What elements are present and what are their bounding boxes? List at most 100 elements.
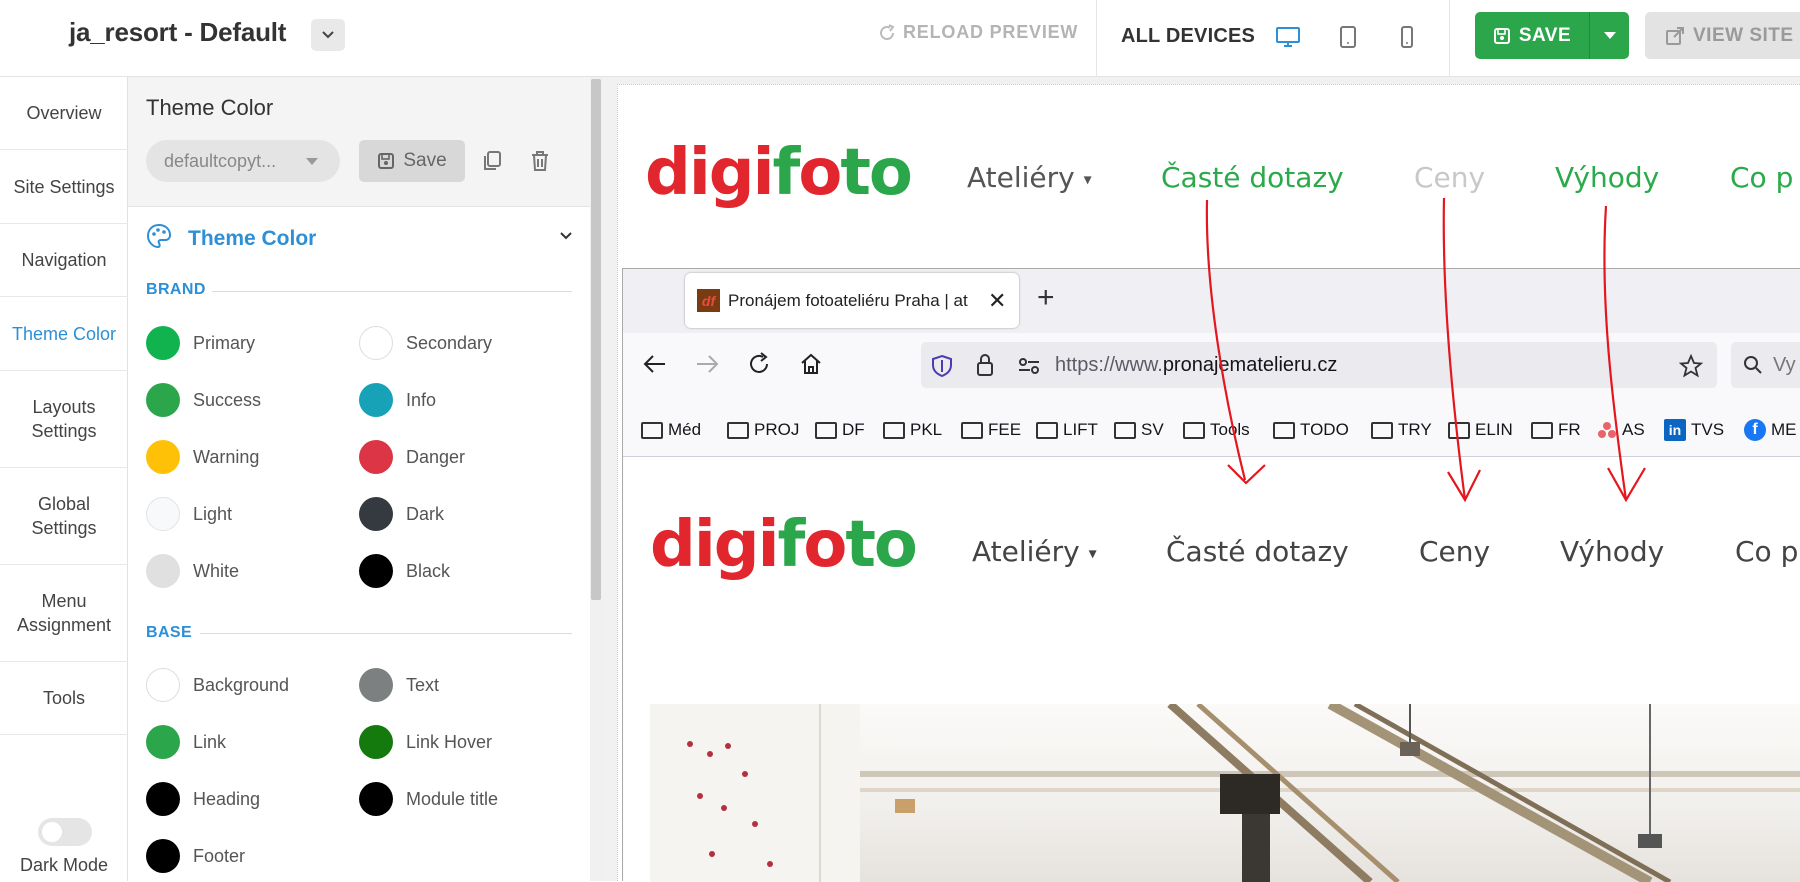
bookmark-folder[interactable]: Tools [1183, 418, 1250, 442]
save-button[interactable]: SAVE [1475, 12, 1589, 59]
save-options-button[interactable] [1589, 12, 1629, 59]
nav-item-menu-assignment[interactable]: Menu Assignment [0, 565, 128, 662]
search-box[interactable]: Vy [1731, 342, 1800, 388]
bookmark-folder[interactable]: ELIN [1448, 418, 1513, 442]
folder-icon [1183, 421, 1205, 439]
color-dot[interactable] [359, 554, 393, 588]
permissions-icon[interactable] [1017, 356, 1041, 376]
browser-tab[interactable]: df Pronájem fotoateliéru Praha | at ✕ [685, 273, 1019, 328]
nav-item-site-settings[interactable]: Site Settings [0, 150, 128, 224]
template-dropdown-button[interactable] [311, 19, 345, 51]
bookmark-folder[interactable]: TRY [1371, 418, 1432, 442]
color-dot[interactable] [359, 326, 393, 360]
swatch-primary[interactable]: Primary [146, 326, 255, 360]
swatch-warning[interactable]: Warning [146, 440, 259, 474]
menu-item-caste-dotazy[interactable]: Časté dotazy [1161, 161, 1344, 194]
menu-item-vyhody[interactable]: Výhody [1555, 161, 1659, 194]
panel-scrollbar[interactable] [590, 77, 602, 881]
copy-icon[interactable] [481, 150, 503, 172]
swatch-secondary[interactable]: Secondary [359, 326, 492, 360]
swatch-light[interactable]: Light [146, 497, 232, 531]
color-dot[interactable] [146, 839, 180, 873]
swatch-dark[interactable]: Dark [359, 497, 444, 531]
color-dot[interactable] [359, 668, 393, 702]
swatch-white[interactable]: White [146, 554, 239, 588]
reload-icon[interactable] [747, 352, 771, 376]
swatch-footer[interactable]: Footer [146, 839, 245, 873]
swatch-background[interactable]: Background [146, 668, 289, 702]
new-tab-icon[interactable]: + [1037, 283, 1055, 313]
bookmark-as[interactable]: AS [1597, 418, 1645, 442]
color-dot[interactable] [146, 554, 180, 588]
bookmark-folder[interactable]: FEE [961, 418, 1021, 442]
url-bar[interactable]: https://www.pronajematelieru.cz [921, 342, 1717, 388]
tablet-icon[interactable] [1333, 22, 1363, 52]
trash-icon[interactable] [529, 150, 551, 172]
bookmark-folder[interactable]: DF [815, 418, 865, 442]
sidebar-nav: Overview Site Settings Navigation Theme … [0, 77, 128, 881]
menu-item-ateliery[interactable]: Ateliéry ▾ [967, 161, 1092, 194]
color-dot[interactable] [146, 326, 180, 360]
lock-icon[interactable] [975, 353, 995, 377]
swatch-heading[interactable]: Heading [146, 782, 260, 816]
swatch-black[interactable]: Black [359, 554, 450, 588]
forward-icon[interactable] [695, 353, 719, 375]
bookmark-folder[interactable]: PKL [883, 418, 942, 442]
swatch-success[interactable]: Success [146, 383, 261, 417]
back-icon[interactable] [643, 353, 667, 375]
color-dot[interactable] [146, 725, 180, 759]
color-dot[interactable] [146, 383, 180, 417]
bookmark-tvs[interactable]: in TVS [1664, 418, 1724, 442]
color-dot[interactable] [359, 440, 393, 474]
color-dot[interactable] [359, 497, 393, 531]
swatch-link[interactable]: Link [146, 725, 226, 759]
bookmark-folder[interactable]: PROJ [727, 418, 799, 442]
star-icon[interactable] [1679, 354, 1703, 378]
nav-item-global-settings[interactable]: Global Settings [0, 468, 128, 565]
preset-save-button[interactable]: Save [359, 140, 465, 182]
view-site-button[interactable]: VIEW SITE [1645, 12, 1800, 59]
color-dot[interactable] [146, 497, 180, 531]
swatch-info[interactable]: Info [359, 383, 436, 417]
color-dot[interactable] [146, 668, 180, 702]
bookmark-folder[interactable]: LIFT [1036, 418, 1098, 442]
scrollbar-thumb[interactable] [591, 79, 601, 600]
bookmark-me[interactable]: f ME [1744, 418, 1797, 442]
site-logo[interactable]: digifoto [645, 141, 913, 205]
reload-preview-button[interactable]: RELOAD PREVIEW [877, 22, 1078, 43]
chevron-down-icon[interactable] [559, 231, 573, 241]
color-dot[interactable] [359, 782, 393, 816]
dark-mode-toggle[interactable] [38, 818, 92, 846]
color-dot[interactable] [146, 782, 180, 816]
browser-tab-strip: df Pronájem fotoateliéru Praha | at ✕ + [623, 269, 1800, 333]
nav-item-navigation[interactable]: Navigation [0, 224, 128, 297]
color-dot[interactable] [359, 725, 393, 759]
close-icon[interactable]: ✕ [988, 288, 1006, 314]
bookmark-folder[interactable]: FR [1531, 418, 1581, 442]
bookmark-folder[interactable]: TODO [1273, 418, 1349, 442]
color-dot[interactable] [146, 440, 180, 474]
swatch-danger[interactable]: Danger [359, 440, 465, 474]
folder-icon [1036, 421, 1058, 439]
mobile-icon[interactable] [1392, 22, 1422, 52]
all-devices-label[interactable]: ALL DEVICES [1121, 25, 1255, 48]
swatch-link-hover[interactable]: Link Hover [359, 725, 492, 759]
menu-item-ceny[interactable]: Ceny [1414, 161, 1485, 194]
folder-icon [641, 421, 663, 439]
swatch-text[interactable]: Text [359, 668, 439, 702]
panel-title: Theme Color [146, 95, 274, 120]
bookmark-folder[interactable]: SV [1114, 418, 1164, 442]
color-dot[interactable] [359, 383, 393, 417]
swatch-module-title[interactable]: Module title [359, 782, 498, 816]
section-title[interactable]: Theme Color [188, 227, 316, 251]
shield-icon[interactable] [931, 354, 953, 378]
nav-item-theme-color[interactable]: Theme Color [0, 297, 128, 371]
nav-item-tools[interactable]: Tools [0, 662, 128, 735]
preset-select[interactable]: defaultcopyt... [146, 140, 340, 182]
bookmark-folder[interactable]: Méd [641, 418, 701, 442]
nav-item-layouts-settings[interactable]: Layouts Settings [0, 371, 128, 468]
nav-item-overview[interactable]: Overview [0, 77, 128, 150]
menu-item-co-p[interactable]: Co p [1730, 161, 1793, 194]
desktop-icon[interactable] [1273, 22, 1303, 52]
home-icon[interactable] [799, 352, 823, 376]
